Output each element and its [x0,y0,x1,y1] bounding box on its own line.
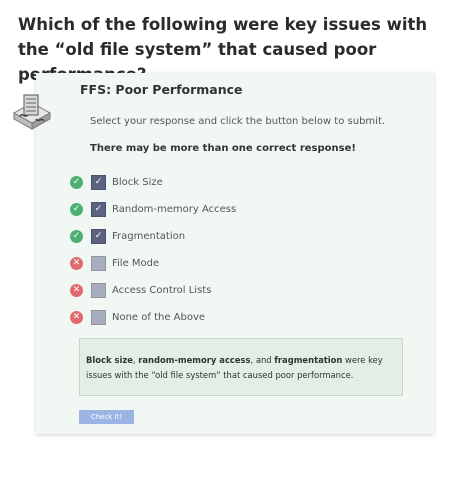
option-checkbox[interactable] [91,283,106,298]
check-circle-icon: ✓ [70,230,83,243]
check-circle-icon: ✓ [70,203,83,216]
instructions-text: Select your response and click the butto… [90,116,386,127]
multiple-answers-hint: There may be more than one correct respo… [90,143,356,154]
feedback-separator: , and [250,355,275,365]
option-checkbox[interactable] [91,310,106,325]
option-label: Fragmentation [112,231,186,242]
feedback-box: Block size, random-memory access, and fr… [79,338,403,396]
option-row[interactable]: ✓ ✓ Fragmentation [70,223,236,250]
option-label: Access Control Lists [112,285,212,296]
option-label: File Mode [112,258,160,269]
x-circle-icon: ✕ [70,311,83,324]
x-circle-icon: ✕ [70,257,83,270]
option-checkbox[interactable] [91,256,106,271]
feedback-term-block-size: Block size [86,355,133,365]
option-checkbox[interactable]: ✓ [91,202,106,217]
option-row[interactable]: ✕ None of the Above [70,304,236,331]
option-row[interactable]: ✕ File Mode [70,250,236,277]
feedback-term-random-memory-access: random-memory access [138,355,251,365]
check-circle-icon: ✓ [70,176,83,189]
option-checkbox[interactable]: ✓ [91,175,106,190]
option-row[interactable]: ✕ Access Control Lists [70,277,236,304]
option-row[interactable]: ✓ ✓ Block Size [70,169,236,196]
option-label: None of the Above [112,312,206,323]
server-rack-icon [12,94,52,130]
option-checkbox[interactable]: ✓ [91,229,106,244]
check-it-button[interactable]: Check It! [79,410,134,424]
option-row[interactable]: ✓ ✓ Random-memory Access [70,196,236,223]
option-label: Block Size [112,177,163,188]
card-title: FFS: Poor Performance [80,82,243,97]
question-card: FFS: Poor Performance Select your respon… [12,73,434,434]
feedback-term-fragmentation: fragmentation [274,355,343,365]
answer-options: ✓ ✓ Block Size ✓ ✓ Random-memory Access ✓ ✓ Frag… [70,169,236,331]
option-label: Random-memory Access [112,204,237,215]
x-circle-icon: ✕ [70,284,83,297]
